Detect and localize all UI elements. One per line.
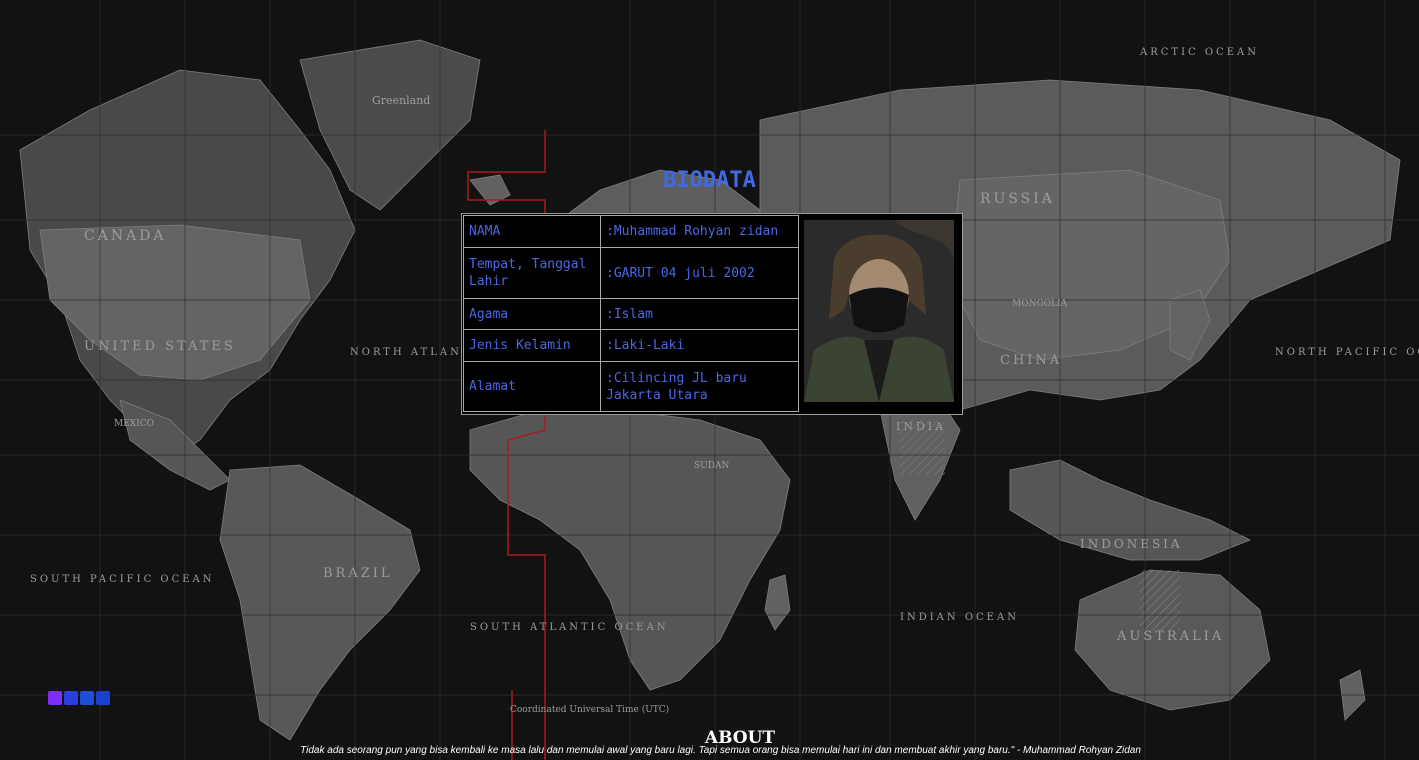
row-value-nama: :Muhammad Rohyan zidan [600,215,799,248]
table-row: Jenis Kelamin :Laki-Laki [463,329,799,362]
row-value-agama: :Islam [600,298,799,330]
table-row: Agama :Islam [463,298,799,330]
twitter-icon[interactable] [64,691,78,705]
table-row: Tempat, Tanggal Lahir :GARUT 04 juli 200… [463,247,799,299]
facebook-icon[interactable] [48,691,62,705]
row-value-alamat: :Cilincing JL baru Jakarta Utara [600,361,799,412]
biodata-card: NAMA :Muhammad Rohyan zidan Tempat, Tang… [461,213,963,415]
row-value-jenis-kelamin: :Laki-Laki [600,329,799,362]
instagram-icon[interactable] [80,691,94,705]
biodata-title: BIODATA [663,168,756,193]
about-quote: Tidak ada seorang pun yang bisa kembali … [300,745,1141,756]
row-key-agama: Agama [463,298,601,330]
row-key-alamat: Alamat [463,361,601,412]
table-row: NAMA :Muhammad Rohyan zidan [463,215,799,248]
profile-photo [804,220,954,402]
linkedin-icon[interactable] [96,691,110,705]
row-key-ttl: Tempat, Tanggal Lahir [463,247,601,299]
table-row: Alamat :Cilincing JL baru Jakarta Utara [463,361,799,412]
biodata-table: NAMA :Muhammad Rohyan zidan Tempat, Tang… [463,215,799,412]
row-key-jenis-kelamin: Jenis Kelamin [463,329,601,362]
row-value-ttl: :GARUT 04 juli 2002 [600,247,799,299]
social-links [48,691,110,705]
row-key-nama: NAMA [463,215,601,248]
